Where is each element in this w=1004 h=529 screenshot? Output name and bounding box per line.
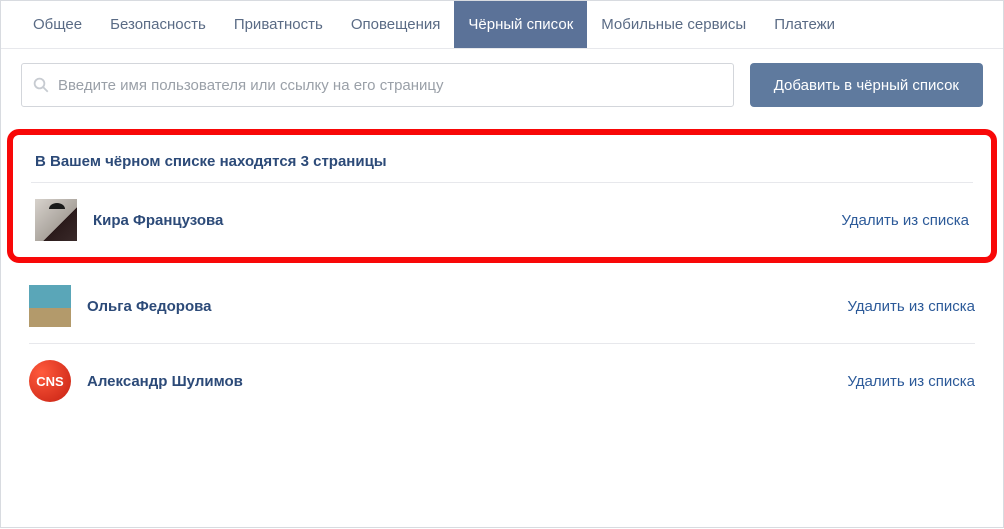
remove-from-list-link[interactable]: Удалить из списка bbox=[841, 212, 969, 229]
avatar-user-1[interactable] bbox=[35, 199, 77, 241]
user-name-link[interactable]: Александр Шулимов bbox=[87, 373, 847, 390]
tab-blacklist[interactable]: Чёрный список bbox=[454, 1, 587, 48]
user-name-link[interactable]: Кира Французова bbox=[93, 212, 841, 229]
search-input[interactable] bbox=[58, 77, 723, 94]
tab-general[interactable]: Общее bbox=[19, 1, 96, 48]
remove-from-list-link[interactable]: Удалить из списка bbox=[847, 373, 975, 390]
tab-security[interactable]: Безопасность bbox=[96, 1, 220, 48]
list-item: Ольга Федорова Удалить из списка bbox=[29, 269, 975, 344]
tab-privacy[interactable]: Приватность bbox=[220, 1, 337, 48]
blacklist-count-title: В Вашем чёрном списке находятся 3 страни… bbox=[13, 135, 991, 182]
tab-mobile[interactable]: Мобильные сервисы bbox=[587, 1, 760, 48]
avatar-user-2[interactable] bbox=[29, 285, 71, 327]
search-row: Добавить в чёрный список bbox=[1, 49, 1003, 129]
blacklist-highlighted: Кира Французова Удалить из списка bbox=[13, 183, 991, 257]
add-to-blacklist-button[interactable]: Добавить в чёрный список bbox=[750, 63, 983, 107]
blacklist-rest: Ольга Федорова Удалить из списка CNS Але… bbox=[1, 269, 1003, 418]
tab-payments[interactable]: Платежи bbox=[760, 1, 849, 48]
avatar-user-3[interactable]: CNS bbox=[29, 360, 71, 402]
settings-panel: Общее Безопасность Приватность Оповещени… bbox=[0, 0, 1004, 528]
highlight-annotation: В Вашем чёрном списке находятся 3 страни… bbox=[7, 129, 997, 263]
tabs-bar: Общее Безопасность Приватность Оповещени… bbox=[1, 1, 1003, 49]
search-box[interactable] bbox=[21, 63, 734, 107]
remove-from-list-link[interactable]: Удалить из списка bbox=[847, 298, 975, 315]
tab-notifications[interactable]: Оповещения bbox=[337, 1, 455, 48]
search-icon bbox=[32, 76, 50, 94]
user-name-link[interactable]: Ольга Федорова bbox=[87, 298, 847, 315]
list-item: Кира Французова Удалить из списка bbox=[31, 183, 973, 257]
list-item: CNS Александр Шулимов Удалить из списка bbox=[29, 344, 975, 418]
